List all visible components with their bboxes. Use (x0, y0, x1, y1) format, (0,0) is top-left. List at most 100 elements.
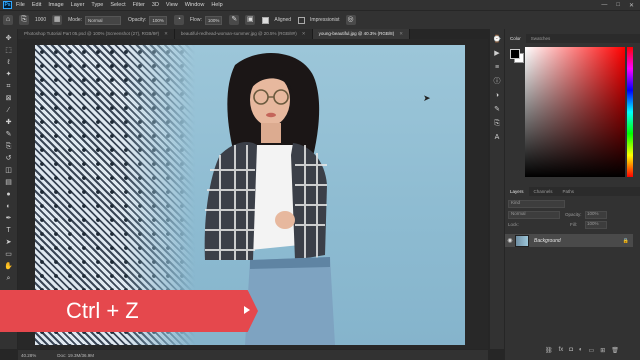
menu-type[interactable]: Type (91, 2, 103, 8)
close-tab-icon[interactable]: ✕ (302, 31, 306, 36)
minimize-icon[interactable]: — (601, 2, 607, 9)
photoshop-logo: Ps (3, 1, 12, 9)
history-panel-icon[interactable]: ⌚ (493, 35, 502, 44)
close-icon[interactable]: ✕ (629, 2, 634, 9)
shape-tool-icon[interactable]: ▭ (3, 249, 14, 260)
eraser-tool-icon[interactable]: ◫ (3, 165, 14, 176)
hand-tool-icon[interactable]: ✋ (3, 261, 14, 272)
history-brush-tool-icon[interactable]: ↺ (3, 153, 14, 164)
actions-panel-icon[interactable]: ▶ (493, 49, 502, 58)
blend-mode-select[interactable]: Normal (508, 211, 560, 219)
new-layer-icon[interactable]: ⊞ (600, 347, 605, 354)
layer-row[interactable]: ◉ Background 🔒 (505, 234, 633, 247)
impressionist-checkbox[interactable] (298, 16, 306, 24)
close-tab-icon[interactable]: ✕ (399, 31, 403, 36)
pressure-size-icon[interactable]: ◎ (345, 15, 356, 25)
brush-settings-panel-icon[interactable]: ✎ (493, 105, 502, 114)
tab-layers[interactable]: Layers (505, 187, 529, 196)
menu-view[interactable]: View (166, 2, 178, 8)
lock-label: Lock: (508, 222, 519, 227)
foreground-color-chip[interactable] (510, 49, 520, 59)
panel-icons-strip: ⌚ ▶ ≡ ⓘ ◑ ✎ ⎘ A (490, 29, 504, 349)
aligned-checkbox[interactable] (262, 16, 270, 24)
menu-image[interactable]: Image (48, 2, 63, 8)
menu-select[interactable]: Select (110, 2, 125, 8)
layer-name[interactable]: Background (534, 238, 623, 244)
delete-layer-icon[interactable]: 🗑 (611, 347, 619, 354)
menu-help[interactable]: Help (211, 2, 222, 8)
shortcut-banner: Ctrl + Z (0, 290, 258, 332)
layer-opacity-input[interactable]: 100% (585, 211, 607, 219)
crop-tool-icon[interactable]: ⌗ (3, 81, 14, 92)
pattern-stamp-tool-icon[interactable]: ⎘ (19, 15, 29, 25)
lasso-tool-icon[interactable]: ℓ (3, 57, 14, 68)
mouse-cursor-icon: ➤ (423, 93, 431, 103)
document-tabs: Photoshop Tutorial Part 05.psd @ 100% (S… (18, 29, 488, 39)
tab-document-1[interactable]: Photoshop Tutorial Part 05.psd @ 100% (S… (18, 29, 175, 39)
character-panel-icon[interactable]: A (493, 133, 502, 142)
adjustment-layer-icon[interactable]: ◐ (579, 347, 583, 354)
adjustments-panel-icon[interactable]: ◑ (493, 91, 502, 100)
pressure-opacity-icon[interactable]: ◔ (173, 15, 184, 25)
close-tab-icon[interactable]: ✕ (164, 31, 168, 36)
menu-edit[interactable]: Edit (32, 2, 41, 8)
kind-label: Kind (511, 200, 521, 205)
menu-3d[interactable]: 3D (152, 2, 159, 8)
blend-mode-value: Normal (511, 211, 526, 216)
path-select-tool-icon[interactable]: ➤ (3, 237, 14, 248)
layer-mask-icon[interactable]: ◘ (569, 347, 573, 354)
opacity-input[interactable]: 100% (149, 15, 167, 25)
home-icon[interactable]: ⌂ (3, 15, 13, 25)
tab-paths[interactable]: Paths (558, 187, 580, 196)
opacity-label: Opacity: (565, 212, 582, 217)
mode-select[interactable]: Normal (85, 15, 122, 25)
tab-channels[interactable]: Channels (529, 187, 558, 196)
dodge-tool-icon[interactable]: ◐ (3, 201, 14, 212)
brush-size[interactable]: 1000 (35, 17, 46, 23)
frame-tool-icon[interactable]: ⊠ (3, 93, 14, 104)
flow-input[interactable]: 100% (204, 15, 223, 25)
tab-document-3[interactable]: young-beautiful.jpg @ 40.3% (RGB/8) ✕ (312, 29, 410, 39)
quick-select-tool-icon[interactable]: ✦ (3, 69, 14, 80)
hue-slider[interactable] (627, 47, 633, 177)
marquee-tool-icon[interactable]: ⬚ (3, 45, 14, 56)
type-tool-icon[interactable]: T (3, 225, 14, 236)
menu-layer[interactable]: Layer (71, 2, 85, 8)
options-bar: ⌂ ⎘ 1000 ▦ Mode: Normal Opacity: 100% ◔ … (0, 10, 640, 29)
tab-document-2[interactable]: beautiful-redhead-woman-summer.jpg @ 20.… (174, 29, 313, 39)
layer-filter-select[interactable]: Kind (508, 200, 565, 208)
color-panel: Color Swatches (505, 34, 640, 184)
menu-file[interactable]: File (16, 2, 25, 8)
link-layers-icon[interactable]: ⛓ (545, 347, 553, 354)
menu-window[interactable]: Window (185, 2, 205, 8)
mode-label: Mode: (68, 17, 83, 23)
opacity-label: Opacity: (128, 17, 147, 23)
clone-source-panel-icon[interactable]: ⎘ (493, 119, 502, 128)
tab-swatches[interactable]: Swatches (526, 34, 556, 43)
tab-color[interactable]: Color (505, 34, 526, 43)
zoom-level[interactable]: 40.28% (21, 353, 36, 358)
eye-icon[interactable]: ◉ (505, 237, 515, 244)
brush-tool-icon[interactable]: ✎ (3, 129, 14, 140)
info-panel-icon[interactable]: ⓘ (493, 77, 502, 86)
pattern-picker-icon[interactable]: ▣ (245, 15, 256, 25)
eyedropper-tool-icon[interactable]: ⁄ (3, 105, 14, 116)
zoom-tool-icon[interactable]: ⌕ (3, 273, 14, 284)
brush-settings-icon[interactable]: ▦ (52, 15, 63, 25)
clone-stamp-tool-icon[interactable]: ⎘ (3, 141, 14, 152)
pen-tool-icon[interactable]: ✒ (3, 213, 14, 224)
blur-tool-icon[interactable]: ● (3, 189, 14, 200)
tab-label: Photoshop Tutorial Part 05.psd @ 100% (S… (24, 31, 160, 36)
maximize-icon[interactable]: □ (616, 2, 620, 9)
move-tool-icon[interactable]: ✥ (3, 33, 14, 44)
layer-style-icon[interactable]: fx (559, 347, 564, 354)
gradient-tool-icon[interactable]: ▤ (3, 177, 14, 188)
healing-brush-tool-icon[interactable]: ✚ (3, 117, 14, 128)
layers-panel-footer: ⛓ fx ◘ ◐ ▭ ⊞ 🗑 (545, 347, 619, 354)
menu-filter[interactable]: Filter (133, 2, 145, 8)
fill-input[interactable]: 100% (585, 221, 607, 229)
properties-panel-icon[interactable]: ≡ (493, 63, 502, 72)
color-field[interactable] (525, 47, 625, 177)
airbrush-icon[interactable]: ✎ (229, 15, 240, 25)
group-icon[interactable]: ▭ (589, 347, 595, 354)
